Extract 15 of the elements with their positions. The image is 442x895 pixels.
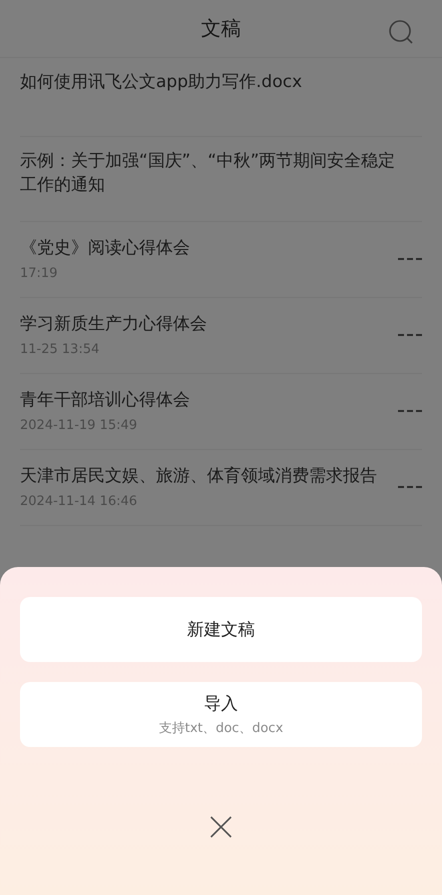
search-icon[interactable] bbox=[388, 19, 414, 45]
more-icon[interactable] bbox=[398, 484, 422, 488]
document-title[interactable]: 学习新质生产力心得体会 bbox=[20, 312, 398, 336]
action-button[interactable]: 新建文稿 bbox=[20, 597, 422, 662]
document-title[interactable]: 青年干部培训心得体会 bbox=[20, 388, 398, 412]
more-icon[interactable] bbox=[398, 408, 422, 412]
action-button[interactable]: 导入 支持txt、doc、docx bbox=[20, 682, 422, 747]
document-title[interactable]: 《党史》阅读心得体会 bbox=[20, 236, 398, 260]
close-icon[interactable] bbox=[209, 815, 233, 839]
document-title[interactable]: 如何使用讯飞公文app助力写作.docx bbox=[20, 70, 422, 94]
page-title: 文稿 bbox=[201, 15, 241, 42]
document-title[interactable]: 天津市居民文娱、旅游、体育领域消费需求报告 bbox=[20, 464, 398, 488]
more-icon[interactable] bbox=[398, 332, 422, 336]
more-icon[interactable] bbox=[398, 256, 422, 260]
document-title[interactable]: 示例：关于加强“国庆”、“中秋”两节期间安全稳定工作的通知 bbox=[20, 149, 422, 197]
